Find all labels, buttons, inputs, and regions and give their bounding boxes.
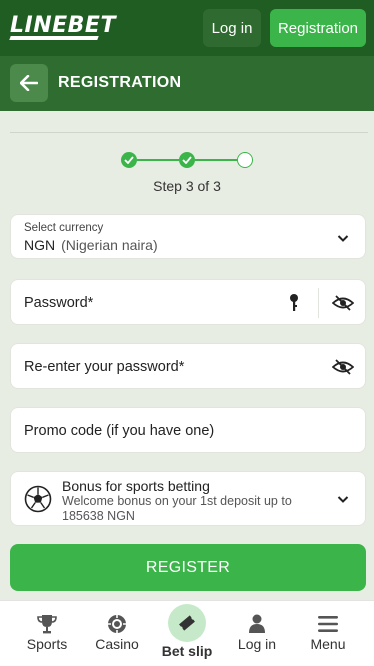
- check-icon: [182, 156, 192, 164]
- step-connector: [195, 159, 237, 161]
- step-3-current: [237, 152, 253, 168]
- step-1-complete: [121, 152, 137, 168]
- user-icon: [249, 614, 265, 633]
- title-bar: REGISTRATION: [0, 56, 374, 111]
- chevron-down-icon: [337, 235, 349, 242]
- password-placeholder: Password*: [24, 295, 94, 311]
- password-field[interactable]: Password*: [10, 279, 366, 325]
- bonus-title: Bonus for sports betting: [62, 478, 210, 494]
- currency-select[interactable]: Select currency NGN (Nigerian naira): [10, 214, 366, 259]
- nav-casino-label: Casino: [95, 636, 139, 652]
- arrow-left-icon: [20, 75, 38, 91]
- nav-bet-slip-label: Bet slip: [161, 643, 213, 659]
- logo[interactable]: LINEBET: [10, 13, 116, 38]
- nav-sports[interactable]: Sports: [12, 601, 82, 666]
- check-icon: [124, 156, 134, 164]
- currency-code: NGN: [24, 237, 56, 253]
- nav-sports-label: Sports: [26, 636, 68, 652]
- back-button[interactable]: [10, 64, 48, 102]
- confirm-password-placeholder: Re-enter your password*: [24, 359, 185, 375]
- promo-code-field[interactable]: Promo code (if you have one): [10, 407, 366, 453]
- registration-button[interactable]: Registration: [270, 9, 366, 47]
- chevron-down-icon: [337, 496, 349, 503]
- key-icon[interactable]: [288, 293, 300, 313]
- login-button[interactable]: Log in: [203, 9, 261, 47]
- trophy-icon: [37, 615, 57, 634]
- bonus-description: Welcome bonus on your 1st deposit up to …: [62, 494, 292, 523]
- casino-chip-icon: [108, 615, 126, 633]
- eye-slash-icon[interactable]: [332, 358, 354, 376]
- nav-login-label: Log in: [237, 636, 277, 652]
- promo-code-placeholder: Promo code (if you have one): [24, 423, 215, 439]
- nav-login[interactable]: Log in: [222, 601, 292, 666]
- currency-name: (Nigerian naira): [61, 237, 158, 253]
- currency-value: NGN (Nigerian naira): [24, 237, 158, 253]
- eye-slash-icon[interactable]: [332, 294, 354, 312]
- step-indicator-text: Step 3 of 3: [153, 178, 221, 194]
- bet-slip-button[interactable]: [168, 604, 206, 642]
- confirm-password-field[interactable]: Re-enter your password*: [10, 343, 366, 389]
- hamburger-icon: [318, 616, 338, 632]
- divider: [10, 132, 368, 133]
- step-connector: [137, 159, 179, 161]
- nav-menu-label: Menu: [310, 636, 346, 652]
- nav-menu[interactable]: Menu: [292, 601, 364, 666]
- logo-underline: [9, 36, 99, 40]
- currency-label: Select currency: [24, 222, 104, 234]
- register-button[interactable]: REGISTER: [10, 544, 366, 591]
- top-header: LINEBET Log in Registration: [0, 0, 374, 56]
- nav-casino[interactable]: Casino: [82, 601, 152, 666]
- soccer-ball-icon: [24, 485, 52, 513]
- ticket-icon: [179, 615, 195, 631]
- page-title: REGISTRATION: [58, 74, 182, 91]
- field-separator: [318, 288, 319, 318]
- step-2-complete: [179, 152, 195, 168]
- bonus-select[interactable]: Bonus for sports betting Welcome bonus o…: [10, 471, 366, 526]
